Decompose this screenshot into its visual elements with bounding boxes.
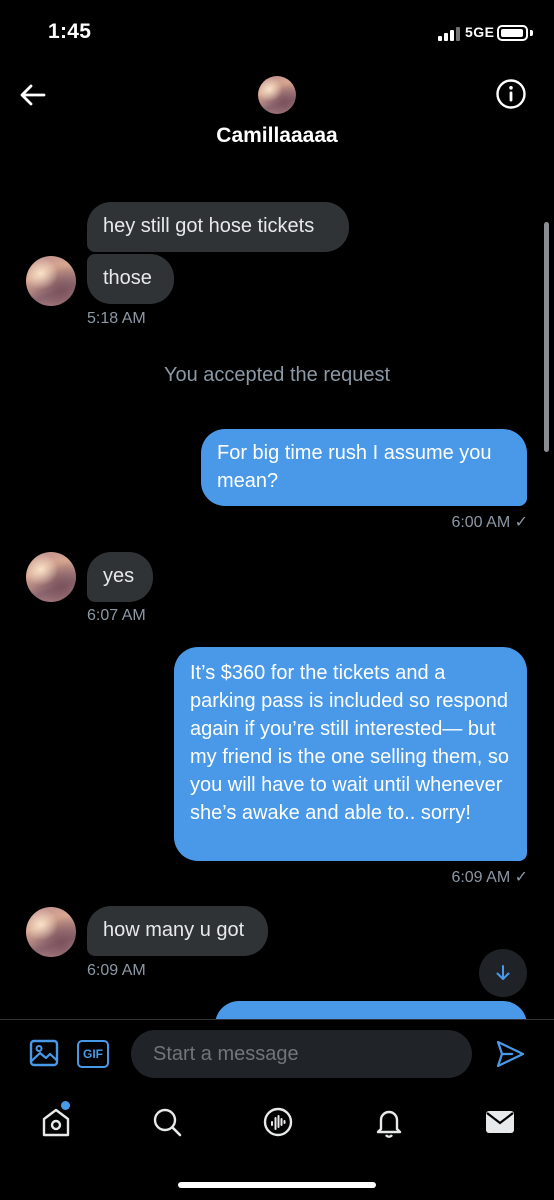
message-timestamp: 6:07 AM [87,607,146,624]
network-type: 5GE [465,24,495,40]
header-avatar[interactable] [258,76,296,114]
message-timestamp: 6:09 AM ✓ [451,869,528,886]
message-text: hey still got hose tickets [103,215,315,237]
status-time: 1:45 [48,20,92,43]
sender-avatar[interactable] [26,552,76,602]
battery-cap [530,30,533,36]
home-indicator [178,1182,376,1188]
signal-strength-icon [438,27,460,41]
message-bubble-outgoing[interactable]: For big time rush I assume you mean? [201,429,527,506]
message-bubble-incoming[interactable]: how many u got [87,906,268,956]
info-icon[interactable] [495,78,527,110]
message-bubble-incoming[interactable]: hey still got hose tickets [87,202,349,252]
message-input[interactable] [131,1030,472,1078]
message-text: For big time rush I assume you mean? [217,442,492,492]
spaces-icon[interactable] [261,1105,295,1139]
message-text: how many u got [103,919,245,941]
contact-name[interactable]: Camillaaaaa [0,124,554,148]
gif-icon[interactable]: GIF [77,1040,109,1068]
messages-icon[interactable] [483,1105,517,1139]
dm-conversation-screen: 1:45 5GE Camillaaaaa hey still got hose … [0,0,554,1200]
notification-dot [61,1101,70,1110]
message-timestamp: 6:09 AM [87,962,146,979]
request-accepted-note: You accepted the request [163,364,391,386]
sender-avatar[interactable] [26,256,76,306]
send-icon[interactable] [494,1038,526,1070]
scrollbar[interactable] [544,222,549,452]
battery-icon [497,25,528,41]
message-bubble-outgoing[interactable]: It’s $360 for the tickets and a parking … [174,647,527,861]
message-timestamp: 5:18 AM [87,310,146,327]
composer-divider [0,1019,554,1020]
message-timestamp: 6:00 AM ✓ [451,514,528,531]
search-icon[interactable] [150,1105,184,1139]
home-icon[interactable] [39,1105,73,1139]
message-text: those [103,267,152,289]
message-text: yes [103,565,135,587]
scroll-to-bottom-button[interactable] [479,949,527,997]
arrow-down-icon [496,965,510,980]
message-text: It’s $360 for the tickets and a parking … [190,662,510,824]
notifications-icon[interactable] [372,1105,406,1139]
image-icon[interactable] [28,1037,60,1069]
sender-avatar[interactable] [26,907,76,957]
message-bubble-incoming[interactable]: yes [87,552,153,602]
back-arrow-icon[interactable] [18,80,48,110]
message-bubble-incoming[interactable]: those [87,254,174,304]
